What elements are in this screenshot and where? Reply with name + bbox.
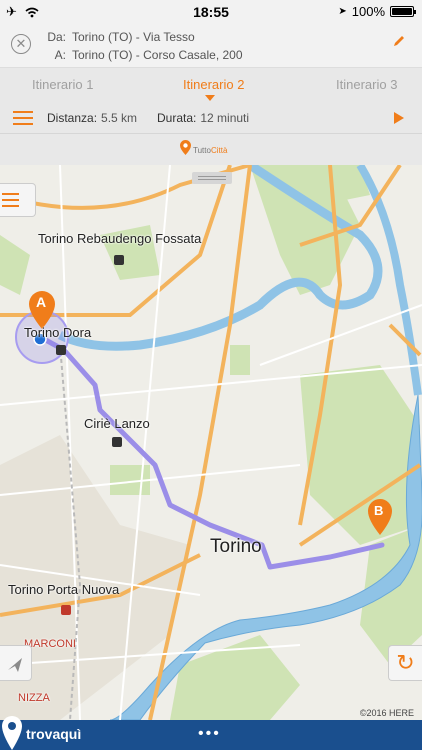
duration: Durata: 12 minuti — [157, 111, 249, 125]
tab-itinerario-2[interactable]: Itinerario 2 — [183, 77, 244, 92]
from-value: Torino (TO) - Via Tesso — [72, 30, 195, 44]
active-tab-indicator — [205, 95, 215, 101]
from-label: Da: — [47, 30, 66, 44]
marker-b-label: B — [374, 503, 384, 518]
panel-drag-handle[interactable] — [192, 172, 232, 184]
label-nizza: NIZZA — [18, 692, 50, 704]
map-canvas[interactable] — [0, 165, 422, 720]
distance: Distanza: 5.5 km — [47, 111, 137, 125]
refresh-icon: ↻ — [396, 650, 415, 675]
battery-percent: 100% — [351, 4, 385, 19]
more-button[interactable]: ••• — [198, 725, 221, 743]
label-porta-nuova: Torino Porta Nuova — [8, 582, 120, 597]
brand-part2: Città — [210, 146, 228, 155]
label-torino-dora: Torino Dora — [24, 325, 92, 340]
to-label: A: — [54, 48, 66, 62]
pin-icon — [180, 140, 191, 155]
map-copyright: ©2016 HERE — [359, 708, 414, 718]
footer-bar: trovaquì ••• — [0, 716, 422, 750]
location-arrow-icon: ➤ — [338, 6, 347, 17]
close-route-button[interactable]: ✕ — [11, 34, 31, 54]
distance-value: 5.5 km — [101, 111, 138, 125]
distance-label: Distanza: — [47, 111, 98, 125]
play-icon[interactable] — [394, 112, 404, 124]
tab-itinerario-1[interactable]: Itinerario 1 — [32, 77, 93, 92]
label-cirie-lanzo: Ciriè Lanzo — [84, 416, 150, 431]
brand-part1: Tutto — [193, 146, 211, 155]
label-torino: Torino — [210, 536, 262, 557]
edit-route-button[interactable] — [392, 34, 406, 53]
itinerary-tabs: Itinerario 1 Itinerario 2 Itinerario 3 — [0, 68, 422, 102]
river-stura — [356, 165, 422, 396]
recalculate-button[interactable]: ↻ — [388, 645, 422, 681]
label-rebaudengo: Torino Rebaudengo Fossata — [38, 231, 202, 246]
compass-button[interactable] — [0, 645, 32, 681]
route-from: Da: Torino (TO) - Via Tesso — [44, 30, 195, 44]
list-icon[interactable] — [13, 111, 33, 125]
route-header: ✕ Da: Torino (TO) - Via Tesso A: Torino (T… — [0, 24, 422, 68]
brand-strip: Tutto Città — [0, 134, 422, 165]
close-icon: ✕ — [15, 36, 27, 51]
duration-value: 12 minuti — [200, 111, 250, 125]
battery-icon — [390, 6, 416, 17]
map-menu-button[interactable] — [0, 183, 36, 217]
pencil-icon — [394, 36, 404, 46]
trovaqui-logo[interactable]: trovaquì — [26, 726, 81, 742]
duration-label: Durata: — [157, 111, 197, 125]
map-view[interactable]: A B Torino Rebaudengo Fossata Torino Dor… — [0, 165, 422, 720]
trovaqui-pin-icon — [2, 716, 22, 750]
status-bar: ✈ 18:55 ➤ 100% — [0, 0, 422, 24]
to-value: Torino (TO) - Corso Casale, 200 — [72, 48, 243, 62]
tab-itinerario-3[interactable]: Itinerario 3 — [336, 77, 397, 92]
tuttocitta-logo: Tutto Città — [180, 140, 227, 155]
route-to: A: Torino (TO) - Corso Casale, 200 — [44, 48, 243, 62]
compass-icon — [8, 658, 22, 672]
status-right: ➤ 100% — [338, 4, 416, 19]
marker-a-label: A — [36, 294, 47, 310]
route-info-bar: Distanza: 5.5 km Durata: 12 minuti — [0, 102, 422, 134]
